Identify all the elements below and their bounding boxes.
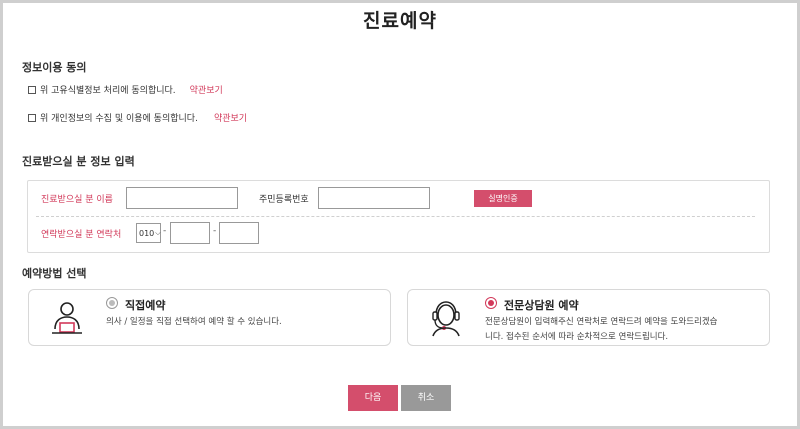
id-number-input[interactable] (318, 187, 430, 209)
agent-reservation-radio[interactable] (485, 297, 497, 309)
consent-text-2: 위 개인정보의 수집 및 이용에 동의합니다. (40, 114, 198, 124)
consent-checkbox-2[interactable] (28, 113, 36, 122)
patient-info-heading: 진료받으실 분 정보 입력 (22, 155, 135, 168)
direct-reservation-card[interactable]: 직접예약 의사 / 일정을 직접 선택하여 예약 할 수 있습니다. (28, 289, 391, 346)
method-heading: 예약방법 선택 (22, 267, 87, 280)
verify-name-button[interactable]: 실명인증 (474, 190, 532, 207)
agent-reservation-title: 전문상담원 예약 (504, 299, 579, 312)
radio-dot (109, 300, 115, 306)
next-button[interactable]: 다음 (348, 385, 398, 411)
name-input[interactable] (126, 187, 238, 209)
person-laptop-icon (52, 302, 82, 334)
radio-dot-selected (488, 300, 494, 306)
phone-prefix-select[interactable]: 010 ⌵ (136, 223, 161, 243)
name-label: 진료받으실 분 이름 (41, 195, 113, 205)
consent-text-1: 위 고유식별정보 처리에 동의합니다. (40, 86, 176, 96)
agent-reservation-card[interactable]: 전문상담원 예약 전문상담원이 입력해주신 연락처로 연락드려 예약을 도와드리… (407, 289, 770, 346)
page-title: 진료예약 (363, 10, 437, 32)
phone-separator-2: - (213, 226, 217, 236)
contact-label: 연락받으실 분 연락처 (41, 230, 122, 240)
cancel-button[interactable]: 취소 (401, 385, 451, 411)
terms-link-1[interactable]: 약관보기 (190, 83, 223, 96)
agent-reservation-desc-line-1: 전문상담원이 입력해주신 연락처로 연락드려 예약을 도와드리겠습 (485, 317, 718, 327)
consent-heading: 정보이용 동의 (22, 61, 87, 74)
headset-agent-icon (432, 301, 460, 337)
consent-row-2: 위 개인정보의 수집 및 이용에 동의합니다. 약관보기 (28, 111, 247, 124)
direct-reservation-desc: 의사 / 일정을 직접 선택하여 예약 할 수 있습니다. (106, 317, 282, 327)
phone-last-input[interactable] (219, 222, 259, 244)
consent-row-1: 위 고유식별정보 처리에 동의합니다. 약관보기 (28, 83, 223, 96)
terms-link-2[interactable]: 약관보기 (214, 111, 247, 124)
agent-reservation-desc-line-2: 니다. 접수된 순서에 따라 순차적으로 연락드립니다. (485, 332, 669, 342)
direct-reservation-title: 직접예약 (125, 299, 166, 312)
consent-checkbox-1[interactable] (28, 85, 36, 94)
id-number-label: 주민등록번호 (259, 195, 309, 205)
chevron-down-icon: ⌵ (155, 228, 161, 237)
phone-middle-input[interactable] (170, 222, 210, 244)
direct-reservation-radio[interactable] (106, 297, 118, 309)
phone-separator-1: - (163, 226, 167, 236)
phone-prefix-value: 010 (139, 228, 155, 238)
dashed-divider (36, 216, 755, 217)
